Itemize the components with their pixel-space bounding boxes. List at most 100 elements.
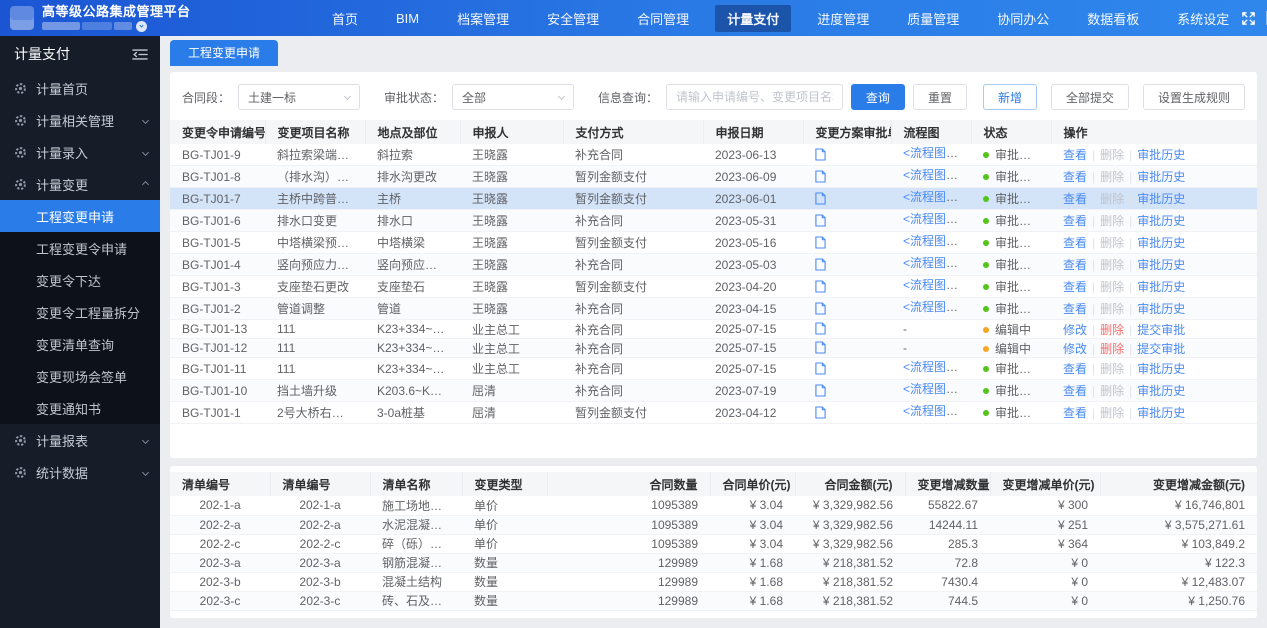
- delete-link[interactable]: 删除: [1100, 323, 1124, 337]
- file-icon[interactable]: [815, 214, 826, 228]
- sidebar-item-计量录入[interactable]: 计量录入: [0, 136, 160, 168]
- file-icon[interactable]: [815, 148, 826, 162]
- collapse-sidebar-icon[interactable]: [132, 48, 148, 61]
- view-link[interactable]: 查看: [1063, 170, 1087, 184]
- approval-status-select[interactable]: 全部: [452, 84, 574, 110]
- table-row[interactable]: BG-TJ01-2管道调整管道王晓露补充合同2023-04-15<流程图>审审批…: [170, 298, 1257, 320]
- approval-history-link[interactable]: 审批历史: [1137, 214, 1185, 228]
- view-link[interactable]: 查看: [1063, 302, 1087, 316]
- view-link[interactable]: 查看: [1063, 362, 1087, 376]
- sidebar-subitem-工程变更申请[interactable]: 工程变更申请: [0, 200, 160, 232]
- flowchart-link[interactable]: <流程图>: [903, 382, 958, 396]
- review-button[interactable]: 审: [960, 362, 971, 379]
- fullscreen-icon[interactable]: [1241, 11, 1256, 26]
- flowchart-link[interactable]: <流程图>: [903, 146, 958, 160]
- flowchart-link[interactable]: <流程图>: [903, 212, 958, 226]
- approval-history-link[interactable]: 审批历史: [1137, 192, 1185, 206]
- nav-item-计量支付[interactable]: 计量支付: [715, 5, 791, 32]
- approval-history-link[interactable]: 审批历史: [1137, 406, 1185, 420]
- table-row[interactable]: BG-TJ01-4竖向预应力钢筋压...竖向预应力钢筋王晓露补充合同2023-0…: [170, 254, 1257, 276]
- submit-approval-link[interactable]: 提交审批: [1137, 323, 1185, 337]
- sidebar-subitem-变更清单查询[interactable]: 变更清单查询: [0, 328, 160, 360]
- flowchart-link[interactable]: <流程图>: [903, 300, 958, 314]
- nav-item-系统设定[interactable]: 系统设定: [1165, 5, 1241, 32]
- view-link[interactable]: 查看: [1063, 384, 1087, 398]
- flowchart-link[interactable]: <流程图>: [903, 234, 958, 248]
- review-button[interactable]: 审: [960, 148, 971, 165]
- file-icon[interactable]: [815, 362, 826, 376]
- nav-item-进度管理[interactable]: 进度管理: [805, 5, 881, 32]
- nav-item-合同管理[interactable]: 合同管理: [625, 5, 701, 32]
- view-link[interactable]: 查看: [1063, 192, 1087, 206]
- sidebar-item-计量首页[interactable]: 计量首页: [0, 72, 160, 104]
- nav-item-协同办公[interactable]: 协同办公: [985, 5, 1061, 32]
- flowchart-link[interactable]: <流程图>: [903, 256, 958, 270]
- nav-item-数据看板[interactable]: 数据看板: [1075, 5, 1151, 32]
- nav-item-安全管理[interactable]: 安全管理: [535, 5, 611, 32]
- sidebar-item-计量相关管理[interactable]: 计量相关管理: [0, 104, 160, 136]
- table-row[interactable]: BG-TJ01-6排水口变更排水口王晓露补充合同2023-05-31<流程图>审…: [170, 210, 1257, 232]
- nav-item-BIM[interactable]: BIM: [384, 7, 431, 30]
- sidebar-subitem-变更令下达[interactable]: 变更令下达: [0, 264, 160, 296]
- review-button[interactable]: 审: [960, 214, 971, 231]
- sidebar-subitem-变更令工程量拆分[interactable]: 变更令工程量拆分: [0, 296, 160, 328]
- flowchart-link[interactable]: <流程图>: [903, 404, 958, 418]
- sidebar-item-统计数据[interactable]: 统计数据: [0, 456, 160, 488]
- approval-history-link[interactable]: 审批历史: [1137, 302, 1185, 316]
- modify-link[interactable]: 修改: [1063, 342, 1087, 356]
- file-icon[interactable]: [815, 341, 826, 355]
- sidebar-subitem-变更现场会签单[interactable]: 变更现场会签单: [0, 360, 160, 392]
- view-link[interactable]: 查看: [1063, 280, 1087, 294]
- reset-button[interactable]: 重置: [913, 84, 967, 110]
- review-button[interactable]: 审: [960, 280, 971, 297]
- flowchart-link[interactable]: <流程图>: [903, 360, 958, 374]
- view-link[interactable]: 查看: [1063, 258, 1087, 272]
- generation-rules-button[interactable]: 设置生成规则: [1143, 84, 1245, 110]
- approval-history-link[interactable]: 审批历史: [1137, 384, 1185, 398]
- nav-item-质量管理[interactable]: 质量管理: [895, 5, 971, 32]
- search-button[interactable]: 查询: [851, 84, 905, 110]
- review-button[interactable]: 审: [960, 302, 971, 319]
- sidebar-subitem-变更通知书[interactable]: 变更通知书: [0, 392, 160, 424]
- sidebar-item-计量变更[interactable]: 计量变更: [0, 168, 160, 200]
- approval-history-link[interactable]: 审批历史: [1137, 280, 1185, 294]
- review-button[interactable]: 审: [960, 170, 971, 187]
- review-button[interactable]: 审: [960, 236, 971, 253]
- flowchart-link[interactable]: <流程图>: [903, 190, 958, 204]
- add-button[interactable]: 新增: [983, 84, 1037, 110]
- nav-item-首页[interactable]: 首页: [320, 5, 370, 32]
- table-row[interactable]: BG-TJ01-13111K23+334~K23+675业主总工补充合同2025…: [170, 320, 1257, 339]
- table-row[interactable]: BG-TJ01-9斜拉索梁端锅齿板...斜拉索王晓露补充合同2023-06-13…: [170, 144, 1257, 166]
- file-icon[interactable]: [815, 280, 826, 294]
- table-row[interactable]: BG-TJ01-10挡土墙升级K203.6~K203.7屈清补充合同2023-0…: [170, 380, 1257, 402]
- file-icon[interactable]: [815, 406, 826, 420]
- approval-history-link[interactable]: 审批历史: [1137, 170, 1185, 184]
- tab-engineering-change-request[interactable]: 工程变更申请: [170, 40, 278, 66]
- review-button[interactable]: 审: [960, 406, 971, 423]
- table-row[interactable]: BG-TJ01-11111K23+334~K23+675业主总工补充合同2025…: [170, 358, 1257, 380]
- modify-link[interactable]: 修改: [1063, 323, 1087, 337]
- file-icon[interactable]: [815, 322, 826, 336]
- sidebar-item-计量报表[interactable]: 计量报表: [0, 424, 160, 456]
- approval-history-link[interactable]: 审批历史: [1137, 258, 1185, 272]
- table-row[interactable]: BG-TJ01-3支座垫石更改支座垫石王晓露暂列金额支付2023-04-20<流…: [170, 276, 1257, 298]
- view-link[interactable]: 查看: [1063, 406, 1087, 420]
- flowchart-link[interactable]: <流程图>: [903, 278, 958, 292]
- view-link[interactable]: 查看: [1063, 214, 1087, 228]
- file-icon[interactable]: [815, 258, 826, 272]
- table-row[interactable]: BG-TJ01-12111K23+334~K23+675业主总工补充合同2025…: [170, 339, 1257, 358]
- sidebar-subitem-工程变更令申请[interactable]: 工程变更令申请: [0, 232, 160, 264]
- nav-item-档案管理[interactable]: 档案管理: [445, 5, 521, 32]
- contract-section-select[interactable]: 土建一标: [238, 84, 360, 110]
- view-link[interactable]: 查看: [1063, 236, 1087, 250]
- approval-history-link[interactable]: 审批历史: [1137, 362, 1185, 376]
- file-icon[interactable]: [815, 236, 826, 250]
- submit-approval-link[interactable]: 提交审批: [1137, 342, 1185, 356]
- file-icon[interactable]: [815, 192, 826, 206]
- view-link[interactable]: 查看: [1063, 148, 1087, 162]
- table-row[interactable]: BG-TJ01-5中塔横梁预应力孔...中塔横梁王晓露暂列金额支付2023-05…: [170, 232, 1257, 254]
- review-button[interactable]: 审: [960, 384, 971, 401]
- search-input[interactable]: [666, 84, 843, 110]
- file-icon[interactable]: [815, 302, 826, 316]
- approval-history-link[interactable]: 审批历史: [1137, 236, 1185, 250]
